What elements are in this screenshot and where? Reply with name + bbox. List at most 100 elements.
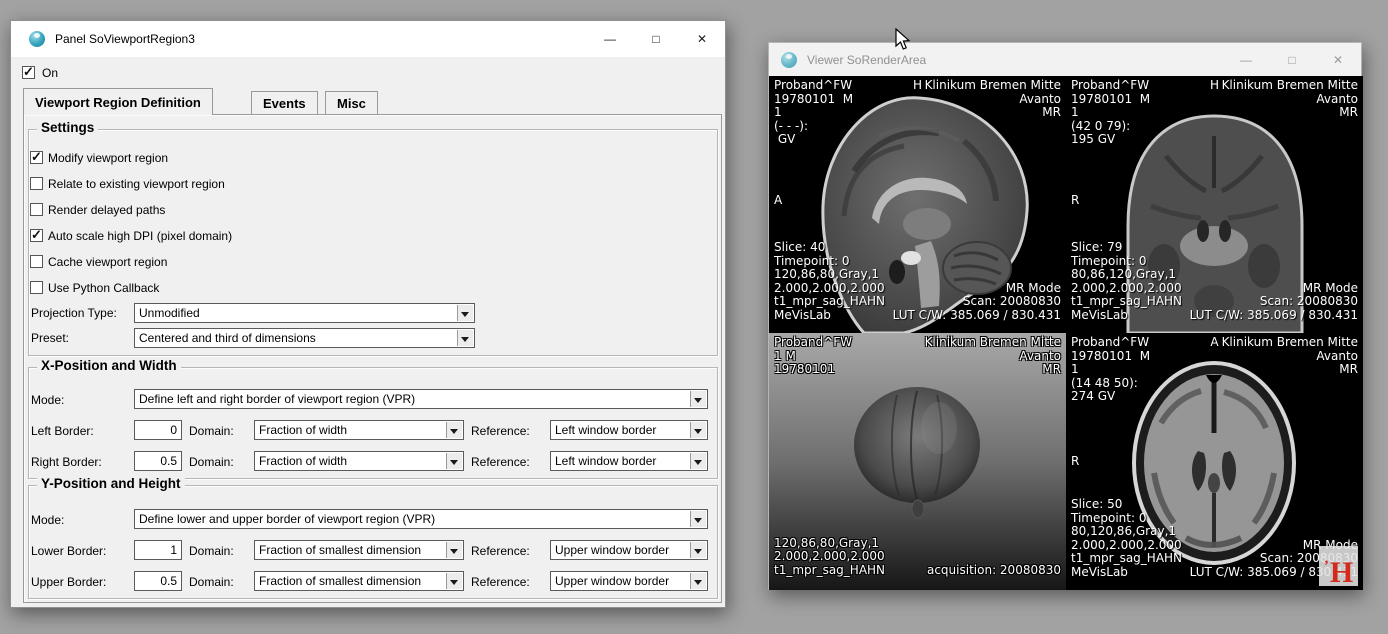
panel-window: Panel SoViewportRegion3 — □ ✕ On Viewpor… bbox=[10, 20, 726, 608]
minimize-button[interactable]: — bbox=[1223, 43, 1269, 76]
scan-status: acquisition: 20080830 bbox=[927, 564, 1061, 578]
selected-value: Fraction of smallest dimension bbox=[259, 543, 421, 557]
orientation-marker-top: H bbox=[913, 79, 922, 93]
chevron-down-icon[interactable] bbox=[446, 422, 462, 438]
y-position-group-title: Y-Position and Height bbox=[37, 476, 185, 491]
relate-existing-viewport-checkbox[interactable] bbox=[30, 177, 43, 190]
checkbox-label: Modify viewport region bbox=[48, 151, 168, 165]
viewport-coronal[interactable]: Proband^FW 19780101 M 1 (42 0 79): 195 G… bbox=[1066, 76, 1363, 333]
orientation-marker-left: R bbox=[1071, 194, 1079, 208]
chevron-down-icon[interactable] bbox=[446, 542, 462, 558]
orientation-marker-top: H bbox=[1210, 79, 1219, 93]
scan-status: MR Mode Scan: 20080830 LUT C/W: 385.069 … bbox=[893, 282, 1061, 323]
chevron-down-icon[interactable] bbox=[690, 422, 706, 438]
auto-scale-dpi-checkbox[interactable] bbox=[30, 229, 43, 242]
use-python-callback-checkbox[interactable] bbox=[30, 281, 43, 294]
slice-info: Slice: 40 Timepoint: 0 120,86,80,Gray,1 … bbox=[774, 241, 885, 322]
tab-viewport-region-definition[interactable]: Viewport Region Definition bbox=[23, 88, 213, 115]
chevron-down-icon[interactable] bbox=[690, 391, 706, 407]
x-position-group-title: X-Position and Width bbox=[37, 358, 181, 373]
chevron-down-icon[interactable] bbox=[446, 453, 462, 469]
viewer-window-title: Viewer SoRenderArea bbox=[807, 53, 926, 67]
chevron-down-icon[interactable] bbox=[457, 305, 473, 321]
y-mode-select[interactable]: Define lower and upper border of viewpor… bbox=[134, 509, 708, 529]
hahn-logo: H bbox=[1319, 546, 1358, 586]
minimize-button[interactable]: — bbox=[587, 21, 633, 57]
orientation-marker-left: R bbox=[1071, 455, 1079, 469]
cache-viewport-region-checkbox[interactable] bbox=[30, 255, 43, 268]
close-button[interactable]: ✕ bbox=[679, 21, 725, 57]
right-border-label: Right Border: bbox=[31, 455, 102, 469]
checkbox-label: Relate to existing viewport region bbox=[48, 177, 225, 191]
tab-label: Misc bbox=[337, 96, 366, 111]
right-border-domain-select[interactable]: Fraction of width bbox=[254, 451, 464, 471]
slice-info: 120,86,80,Gray,1 2.000,2.000,2.000 t1_mp… bbox=[774, 537, 885, 578]
left-border-domain-select[interactable]: Fraction of width bbox=[254, 420, 464, 440]
projection-type-label: Projection Type: bbox=[31, 306, 117, 320]
lower-border-reference-select[interactable]: Upper window border bbox=[550, 540, 708, 560]
chevron-down-icon[interactable] bbox=[446, 573, 462, 589]
left-border-label: Left Border: bbox=[31, 424, 94, 438]
y-mode-label: Mode: bbox=[31, 513, 64, 527]
x-mode-label: Mode: bbox=[31, 393, 64, 407]
render-delayed-paths-checkbox[interactable] bbox=[30, 203, 43, 216]
selected-value: Fraction of smallest dimension bbox=[259, 574, 421, 588]
patient-info: Proband^FW 19780101 M 1 (42 0 79): 195 G… bbox=[1071, 79, 1150, 147]
checkbox-label: Use Python Callback bbox=[48, 281, 159, 295]
lower-border-domain-select[interactable]: Fraction of smallest dimension bbox=[254, 540, 464, 560]
panel-titlebar[interactable]: Panel SoViewportRegion3 — □ ✕ bbox=[11, 21, 725, 57]
selected-value: Fraction of width bbox=[259, 423, 347, 437]
slice-info: Slice: 79 Timepoint: 0 80,86,120,Gray,1 … bbox=[1071, 241, 1182, 322]
on-checkbox[interactable] bbox=[22, 66, 35, 79]
viewport-3d[interactable]: Proband^FW 1 M 19780101 Klinikum Bremen … bbox=[769, 333, 1066, 590]
x-mode-select[interactable]: Define left and right border of viewport… bbox=[134, 389, 708, 409]
mouse-cursor bbox=[895, 28, 911, 52]
reference-label: Reference: bbox=[471, 455, 530, 469]
chevron-down-icon[interactable] bbox=[690, 511, 706, 527]
projection-type-select[interactable]: Unmodified bbox=[134, 303, 475, 323]
selected-value: Unmodified bbox=[139, 306, 200, 320]
preset-select[interactable]: Centered and third of dimensions bbox=[134, 328, 475, 348]
viewport-axial[interactable]: Proband^FW 19780101 M 1 (14 48 50): 274 … bbox=[1066, 333, 1363, 590]
domain-label: Domain: bbox=[189, 455, 234, 469]
close-button[interactable]: ✕ bbox=[1315, 43, 1361, 76]
right-border-reference-select[interactable]: Left window border bbox=[550, 451, 708, 471]
patient-info: Proband^FW 19780101 M 1 (14 48 50): 274 … bbox=[1071, 336, 1150, 404]
domain-label: Domain: bbox=[189, 544, 234, 558]
orientation-marker-left: A bbox=[774, 194, 782, 208]
modify-viewport-region-checkbox[interactable] bbox=[30, 151, 43, 164]
reference-label: Reference: bbox=[471, 544, 530, 558]
upper-border-reference-select[interactable]: Upper window border bbox=[550, 571, 708, 591]
tab-events[interactable]: Events bbox=[251, 91, 318, 114]
chevron-down-icon[interactable] bbox=[690, 573, 706, 589]
left-border-input[interactable] bbox=[134, 420, 182, 440]
tab-label: Viewport Region Definition bbox=[35, 95, 201, 110]
viewer-titlebar[interactable]: Viewer SoRenderArea — □ ✕ bbox=[769, 43, 1361, 76]
selected-value: Define left and right border of viewport… bbox=[139, 392, 415, 406]
chevron-down-icon[interactable] bbox=[690, 542, 706, 558]
checkbox-label: Render delayed paths bbox=[48, 203, 165, 217]
chevron-down-icon[interactable] bbox=[457, 330, 473, 346]
scan-status: MR Mode Scan: 20080830 LUT C/W: 385.069 … bbox=[1190, 282, 1358, 323]
selected-value: Define lower and upper border of viewpor… bbox=[139, 512, 435, 526]
lower-border-input[interactable] bbox=[134, 540, 182, 560]
patient-info: Proband^FW 19780101 M 1 (- - -): GV bbox=[774, 79, 853, 147]
settings-group-title: Settings bbox=[37, 120, 98, 135]
upper-border-domain-select[interactable]: Fraction of smallest dimension bbox=[254, 571, 464, 591]
mevislab-icon bbox=[781, 52, 797, 68]
orientation-marker-top: A bbox=[1210, 336, 1218, 350]
chevron-down-icon[interactable] bbox=[690, 453, 706, 469]
viewport-sagittal[interactable]: Proband^FW 19780101 M 1 (- - -): GV H Kl… bbox=[769, 76, 1066, 333]
selected-value: Upper window border bbox=[555, 543, 669, 557]
checkbox-label: Auto scale high DPI (pixel domain) bbox=[48, 229, 232, 243]
viewer-window: Viewer SoRenderArea — □ ✕ bbox=[768, 42, 1362, 590]
maximize-button[interactable]: □ bbox=[633, 21, 679, 57]
site-info: Klinikum Bremen Mitte Avanto MR bbox=[925, 336, 1061, 377]
upper-border-input[interactable] bbox=[134, 571, 182, 591]
maximize-button[interactable]: □ bbox=[1269, 43, 1315, 76]
tab-misc[interactable]: Misc bbox=[325, 91, 378, 114]
domain-label: Domain: bbox=[189, 424, 234, 438]
right-border-input[interactable] bbox=[134, 451, 182, 471]
selected-value: Left window border bbox=[555, 423, 656, 437]
left-border-reference-select[interactable]: Left window border bbox=[550, 420, 708, 440]
